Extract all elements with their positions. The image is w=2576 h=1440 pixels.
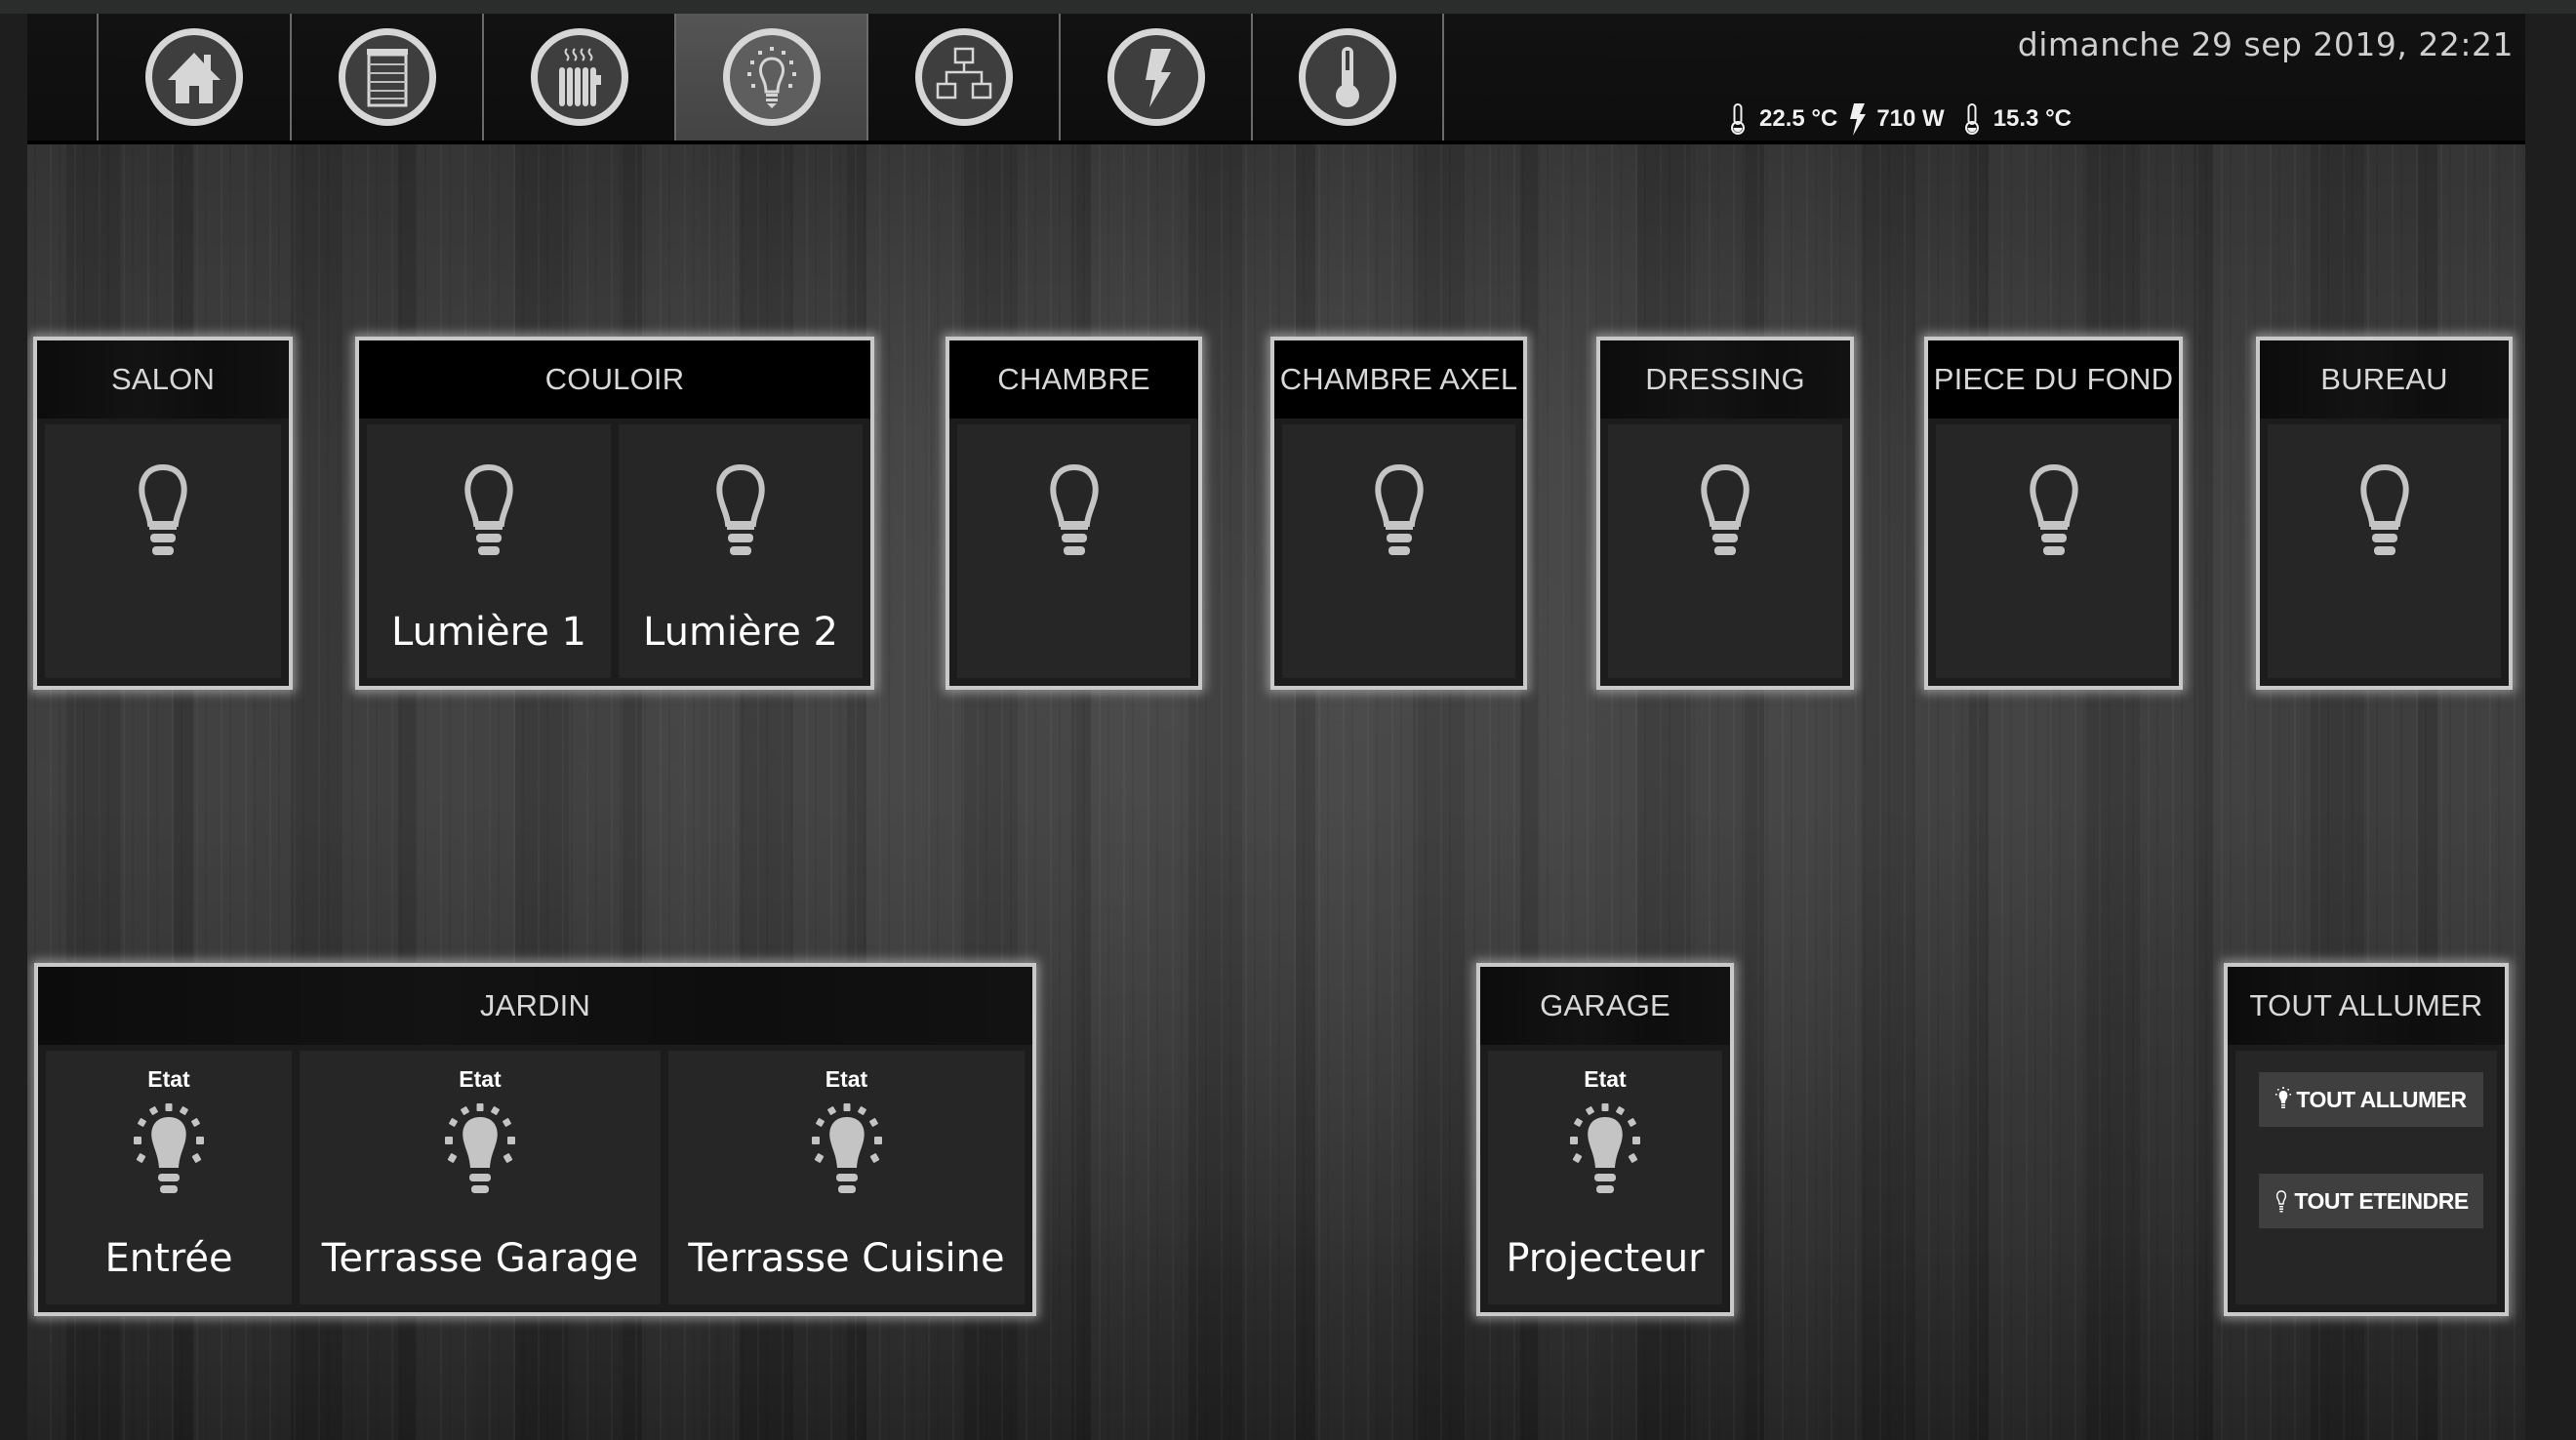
light-toggle-lumiere-1[interactable]: Lumière 1 [367, 424, 611, 678]
room-card-couloir: COULOIR Lumière 1 Lumière 2 [355, 337, 874, 690]
card-title: PIECE DU FOND [1928, 340, 2179, 419]
card-title: SALON [37, 340, 289, 419]
lightbulb-on-icon [1564, 1103, 1646, 1207]
all-off-button[interactable]: TOUT ETEINDRE [2259, 1174, 2483, 1228]
card-title: DRESSING [1600, 340, 1850, 419]
room-card-dressing: DRESSING [1596, 337, 1854, 690]
light-toggle-salon[interactable] [45, 424, 281, 678]
all-lights-panel: TOUT ALLUMER TOUT ETEINDRE [2235, 1051, 2497, 1304]
indoor-temperature: 22.5 °C [1759, 105, 1838, 132]
lightbulb-icon [723, 28, 821, 126]
nav-item-heating[interactable] [482, 14, 675, 140]
lightbulb-off-icon [1040, 463, 1108, 571]
lightning-icon [1107, 28, 1205, 126]
lightbulb-on-icon [128, 1103, 210, 1207]
light-toggle-entree[interactable]: Etat Entrée [46, 1051, 292, 1304]
room-card-garage: GARAGE Etat Projecteur [1476, 963, 1734, 1316]
card-title: CHAMBRE AXEL [1274, 340, 1523, 419]
room-card-chambre-axel: CHAMBRE AXEL [1270, 337, 1527, 690]
radiator-icon [531, 28, 628, 126]
lightbulb-off-icon [1691, 463, 1759, 571]
nav-item-energy[interactable] [1059, 14, 1252, 140]
card-title: JARDIN [38, 967, 1032, 1045]
all-on-button[interactable]: TOUT ALLUMER [2259, 1072, 2483, 1127]
lightbulb-on-icon [806, 1103, 888, 1207]
light-toggle-lumiere-2[interactable]: Lumière 2 [619, 424, 863, 678]
state-label: Etat [1584, 1066, 1627, 1092]
shutter-icon [339, 28, 436, 126]
lightbulb-off-icon [129, 463, 197, 571]
thermometer-icon [1299, 28, 1396, 126]
room-card-salon: SALON [33, 337, 293, 690]
light-label: Projecteur [1506, 1236, 1705, 1281]
window-top-strip [0, 0, 2576, 14]
status-bar: 22.5 °C 710 W 15.3 °C [1728, 101, 2081, 137]
room-card-chambre: CHAMBRE [946, 337, 1202, 690]
all-lights-card: TOUT ALLUMER TOUT ALLUMER TOUT ETEINDRE [2224, 963, 2509, 1316]
thermometer-icon [1962, 101, 1982, 137]
light-toggle-terrasse-cuisine[interactable]: Etat Terrasse Cuisine [668, 1051, 1025, 1304]
light-toggle-piece-du-fond[interactable] [1936, 424, 2171, 678]
lightbulb-off-icon [706, 463, 775, 571]
card-title: TOUT ALLUMER [2228, 967, 2505, 1045]
top-navbar: dimanche 29 sep 2019, 22:21 22.5 °C 710 … [27, 14, 2525, 144]
lightning-icon [1847, 101, 1867, 137]
light-toggle-dressing[interactable] [1608, 424, 1842, 678]
home-icon [145, 28, 243, 126]
lightbulb-off-icon [1365, 463, 1433, 571]
light-label: Lumière 2 [643, 610, 838, 655]
lightbulb-off-icon [2351, 463, 2419, 571]
dashboard-main: dimanche 29 sep 2019, 22:21 22.5 °C 710 … [27, 14, 2525, 1440]
card-title: BUREAU [2260, 340, 2509, 419]
card-title: CHAMBRE [949, 340, 1198, 419]
light-label: Terrasse Garage [321, 1236, 639, 1281]
state-label: Etat [459, 1066, 502, 1092]
all-on-label: TOUT ALLUMER [2296, 1086, 2467, 1112]
light-label: Lumière 1 [391, 610, 586, 655]
outdoor-temperature: 15.3 °C [1992, 105, 2072, 132]
light-toggle-bureau[interactable] [2268, 424, 2501, 678]
all-off-label: TOUT ETEINDRE [2294, 1187, 2469, 1214]
room-card-piece-du-fond: PIECE DU FOND [1924, 337, 2183, 690]
nav-item-temperature[interactable] [1251, 14, 1444, 140]
light-label: Entrée [104, 1236, 233, 1281]
light-label: Terrasse Cuisine [688, 1236, 1005, 1281]
room-card-bureau: BUREAU [2256, 337, 2513, 690]
card-title: GARAGE [1480, 967, 1730, 1045]
lightbulb-off-icon [455, 463, 523, 571]
light-toggle-chambre[interactable] [957, 424, 1190, 678]
light-toggle-projecteur[interactable]: Etat Projecteur [1488, 1051, 1722, 1304]
thermometer-icon [1728, 101, 1748, 137]
nav-item-network[interactable] [866, 14, 1060, 140]
network-icon [915, 28, 1013, 126]
state-label: Etat [147, 1066, 190, 1092]
power-consumption: 710 W [1876, 105, 1945, 132]
nav-item-home[interactable] [97, 14, 290, 140]
lightbulb-on-icon [439, 1103, 521, 1207]
datetime-display: dimanche 29 sep 2019, 22:21 [2017, 25, 2514, 63]
room-card-jardin: JARDIN Etat Entrée Etat Terrasse Garage … [34, 963, 1036, 1316]
light-toggle-chambre-axel[interactable] [1282, 424, 1515, 678]
nav-item-lights[interactable] [674, 14, 867, 140]
light-toggle-terrasse-garage[interactable]: Etat Terrasse Garage [300, 1051, 661, 1304]
card-title: COULOIR [359, 340, 870, 419]
nav-item-shutters[interactable] [290, 14, 483, 140]
state-label: Etat [825, 1066, 868, 1092]
lightbulb-on-icon [2275, 1087, 2292, 1108]
lightbulb-off-icon [2276, 1190, 2287, 1213]
lightbulb-off-icon [2020, 463, 2088, 571]
